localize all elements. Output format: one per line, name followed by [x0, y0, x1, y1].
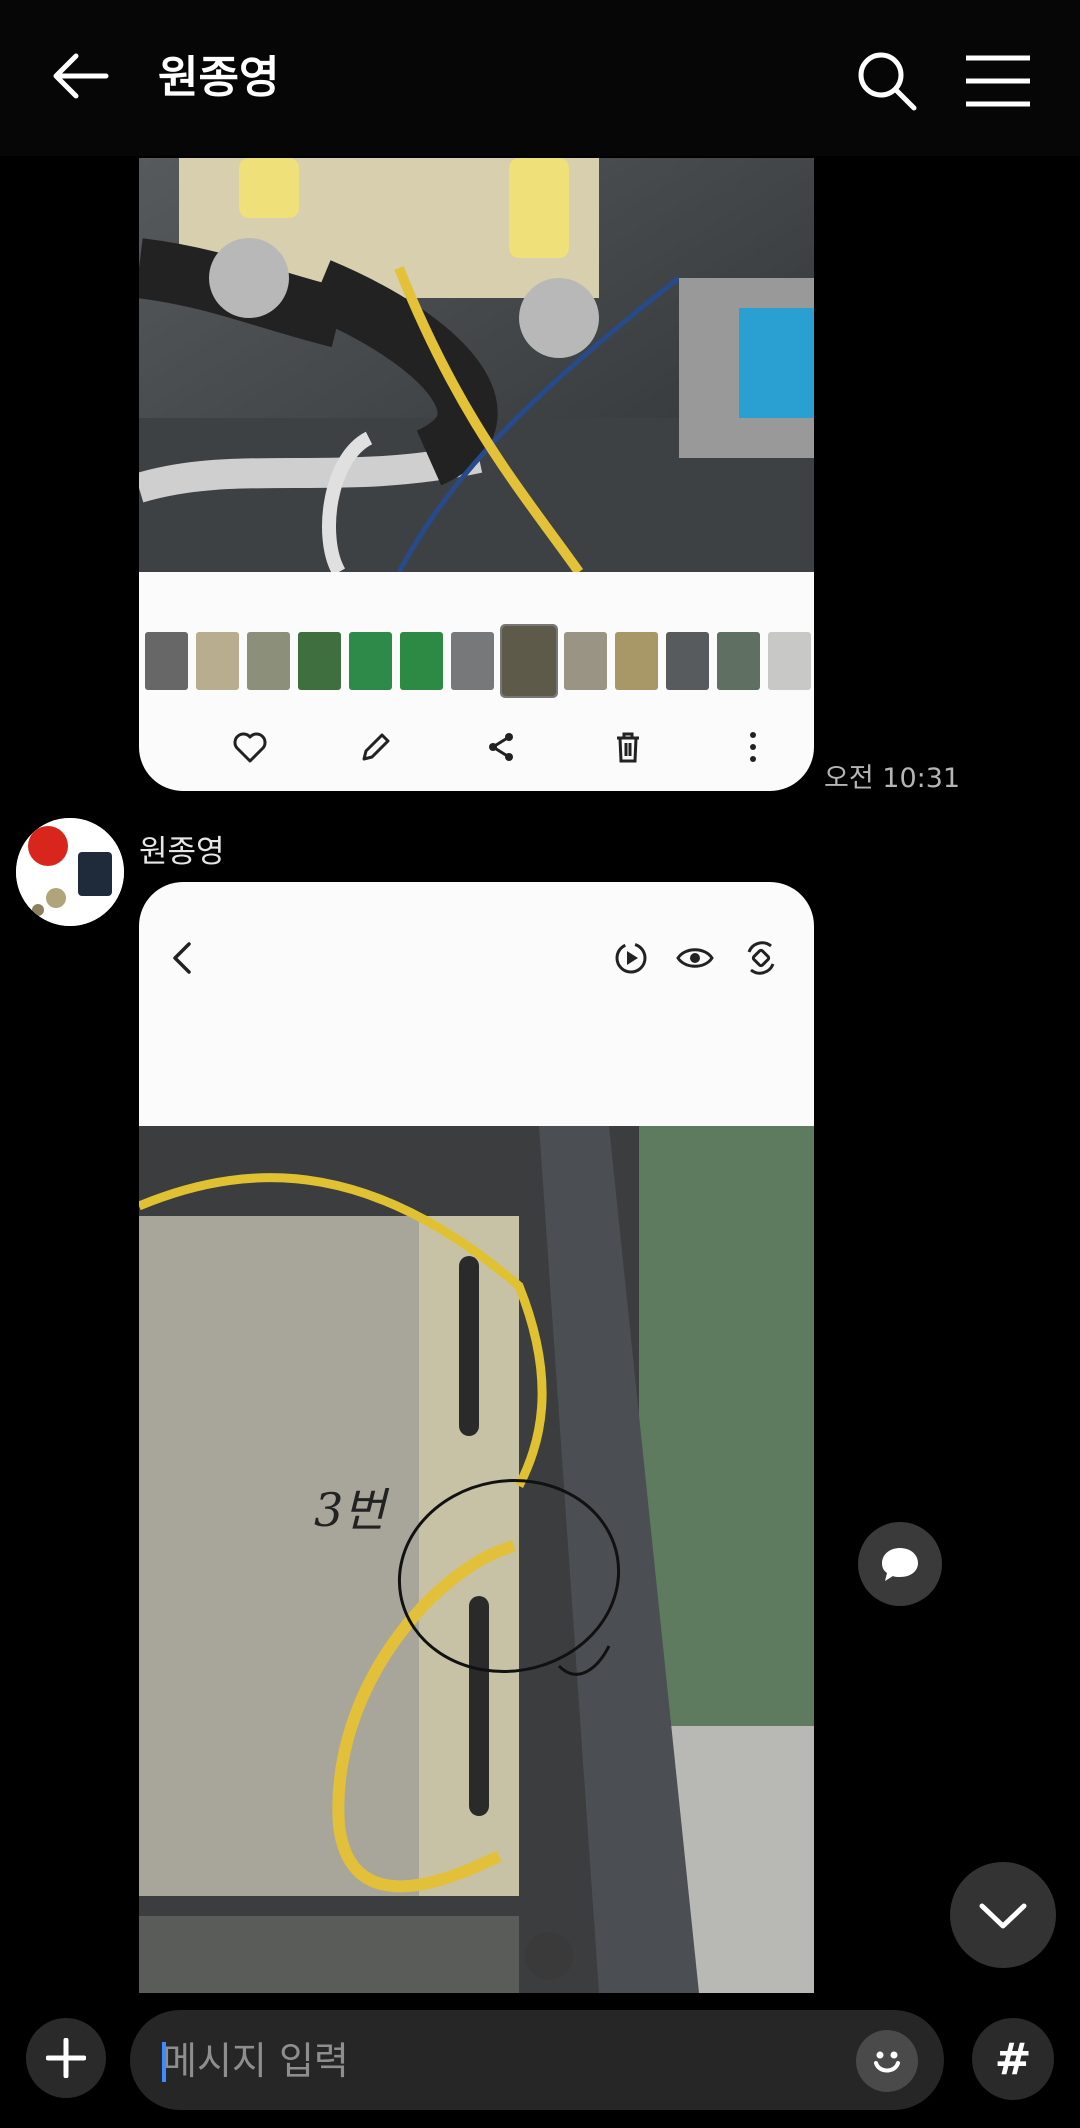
chevron-down-icon — [979, 1903, 1027, 1929]
thumbnail[interactable] — [615, 632, 658, 690]
svg-text:3번: 3번 — [314, 1483, 390, 1537]
hashtag-label: # — [994, 2033, 1032, 2085]
chat-header: 원종영 — [0, 0, 1080, 156]
thumbnail[interactable] — [400, 632, 443, 690]
plus-icon — [46, 2038, 86, 2078]
share-icon — [489, 733, 513, 761]
thumbnail[interactable] — [564, 632, 607, 690]
auto-rotate-icon — [747, 941, 775, 975]
text-caret — [162, 2042, 166, 2082]
more-button[interactable] — [728, 722, 778, 772]
emoji-button[interactable] — [856, 2030, 918, 2092]
rotate-button[interactable] — [741, 938, 781, 978]
thumbnail[interactable] — [145, 632, 188, 690]
chevron-left-icon — [173, 942, 191, 974]
avatar[interactable] — [16, 818, 124, 926]
thumbnail[interactable] — [717, 632, 760, 690]
share-button[interactable] — [476, 722, 526, 772]
chat-title: 원종영 — [158, 52, 280, 103]
hamburger-menu-icon — [966, 55, 1030, 107]
thumbnail[interactable] — [768, 632, 811, 690]
more-vertical-icon — [750, 732, 756, 762]
delete-button[interactable] — [603, 722, 653, 772]
thumbnail-selected[interactable] — [500, 624, 558, 698]
gallery-panel — [139, 572, 814, 791]
thumbnail[interactable] — [451, 632, 494, 690]
search-button[interactable] — [852, 46, 922, 116]
search-icon — [858, 52, 917, 111]
scroll-to-bottom-button[interactable] — [950, 1862, 1056, 1968]
arrow-left-icon — [53, 53, 109, 99]
eye-icon — [676, 948, 714, 968]
comment-button[interactable] — [858, 1522, 942, 1606]
thumbnail-strip[interactable] — [139, 624, 814, 698]
image-message-photo[interactable]: 3번 — [139, 1126, 814, 1993]
message-timestamp: 오전 10:31 — [824, 763, 961, 794]
edit-pencil-icon — [362, 733, 390, 761]
thumbnail[interactable] — [666, 632, 709, 690]
gallery-toolbar-panel — [139, 882, 814, 1126]
motion-photo-button[interactable] — [611, 938, 651, 978]
view-button[interactable] — [675, 938, 715, 978]
message-composer — [130, 2010, 944, 2112]
hashtag-button[interactable]: # — [972, 2018, 1054, 2100]
speech-bubble-icon — [882, 1548, 918, 1581]
back-button[interactable] — [44, 40, 116, 112]
menu-button[interactable] — [962, 50, 1034, 112]
emoji-icon — [874, 2051, 900, 2073]
sender-name: 원종영 — [139, 834, 225, 870]
message-input[interactable] — [160, 2010, 844, 2112]
gallery-action-bar — [139, 722, 814, 772]
image-message-photo[interactable] — [139, 158, 814, 572]
heart-icon — [233, 732, 267, 763]
thumbnail[interactable] — [349, 632, 392, 690]
motion-photo-icon — [615, 942, 647, 974]
gallery-back-button[interactable] — [163, 938, 203, 978]
thumbnail[interactable] — [298, 632, 341, 690]
attach-button[interactable] — [26, 2018, 106, 2098]
favorite-button[interactable] — [225, 722, 275, 772]
edit-button[interactable] — [351, 722, 401, 772]
thumbnail[interactable] — [247, 632, 290, 690]
trash-icon — [617, 732, 639, 763]
thumbnail[interactable] — [196, 632, 239, 690]
